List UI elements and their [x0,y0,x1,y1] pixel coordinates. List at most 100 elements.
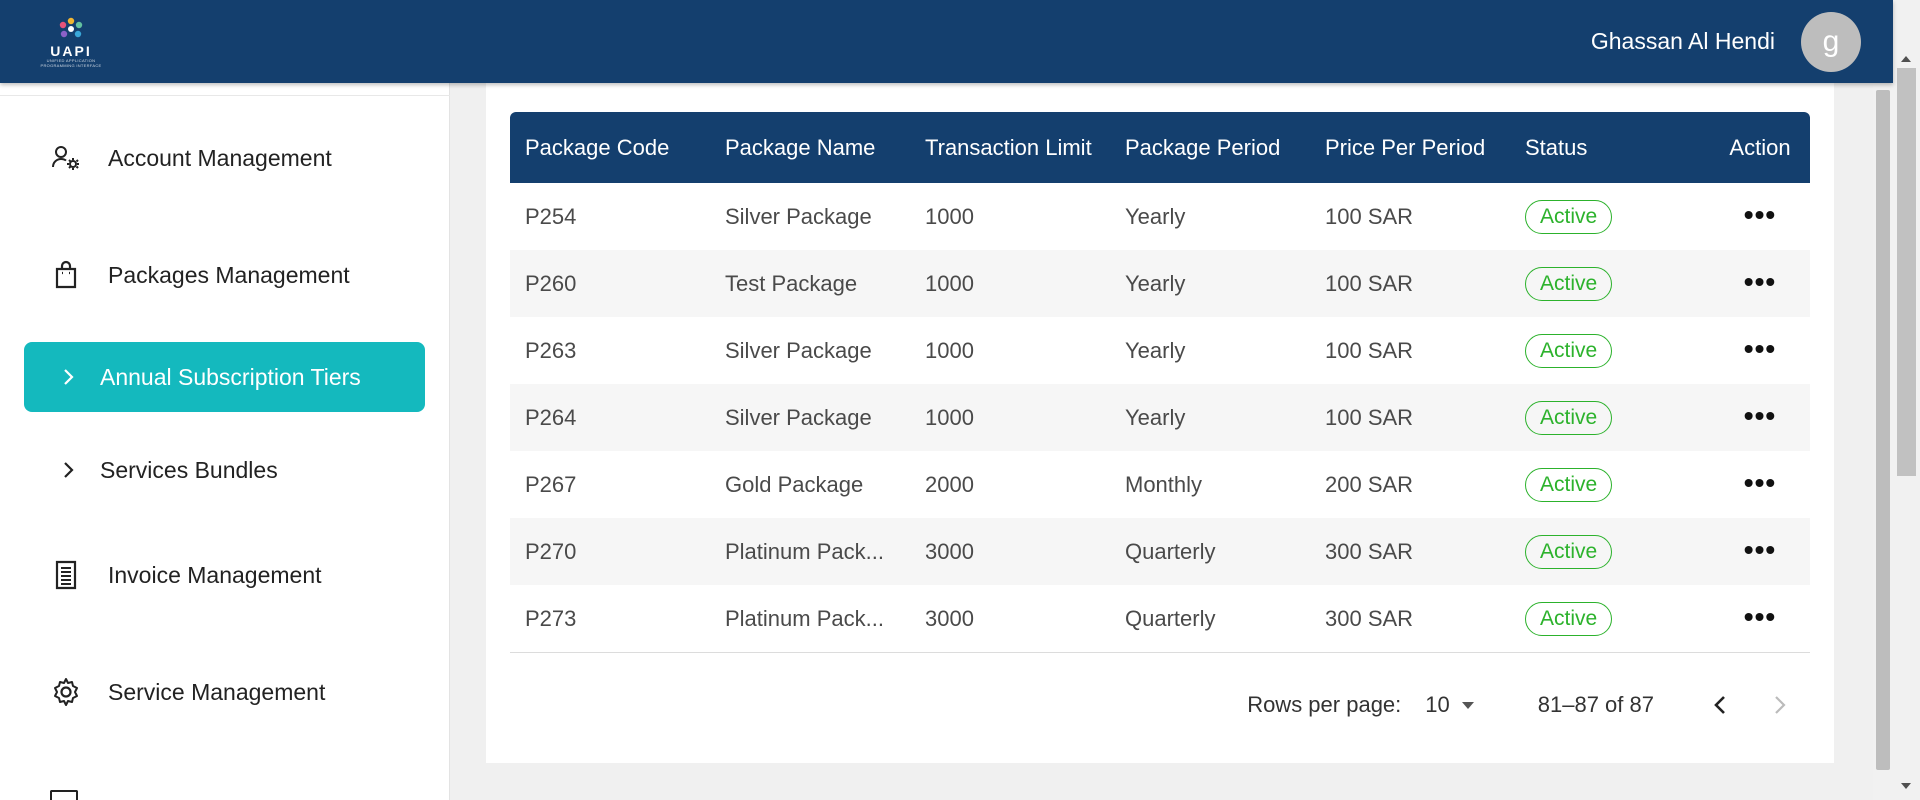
cell-price-per-period: 300 SAR [1325,538,1414,564]
cell-package-name: Platinum Pack... [725,538,884,564]
more-actions-icon[interactable]: ••• [1744,472,1776,498]
caret-down-icon [1461,701,1474,709]
column-header-package-code[interactable]: Package Code [510,135,710,161]
scroll-down-icon[interactable] [1901,783,1911,789]
packages-table: Package Code Package Name Transaction Li… [510,112,1810,717]
partial-nav-icon [50,790,78,800]
status-badge: Active [1525,199,1613,234]
column-header-status[interactable]: Status [1510,135,1710,161]
table-row[interactable]: P260 Test Package 1000 Yearly 100 SAR Ac… [510,250,1810,317]
cell-price-per-period: 100 SAR [1325,404,1414,430]
user-name: Ghassan Al Hendi [1590,28,1775,54]
cell-package-period: Quarterly [1125,605,1216,631]
main-content: Package Code Package Name Transaction Li… [486,83,1834,763]
user-menu[interactable]: Ghassan Al Hendi g [1590,11,1861,72]
chevron-right-icon [62,367,76,387]
table-row[interactable]: P254 Silver Package 1000 Yearly 100 SAR … [510,183,1810,250]
sidebar-item-label: Packages Management [108,261,350,288]
cell-package-name: Silver Package [725,337,872,363]
sidebar-item-label: Service Management [108,678,326,705]
status-badge: Active [1525,400,1613,435]
column-header-action: Action [1729,134,1791,160]
user-gear-icon [48,140,84,176]
cell-price-per-period: 100 SAR [1325,203,1414,229]
sidebar-item-label: Invoice Management [108,561,322,588]
uapi-logo[interactable]: UAPI UNIFIED APPLICATION PROGRAMMING INT… [36,12,106,72]
cell-package-name: Platinum Pack... [725,605,884,631]
avatar[interactable]: g [1801,11,1861,72]
gear-icon [48,674,84,710]
column-header-package-name[interactable]: Package Name [710,135,910,161]
column-header-package-period[interactable]: Package Period [1110,135,1310,161]
next-page-button[interactable] [1760,685,1800,725]
cell-package-code: P264 [525,404,577,430]
previous-page-button[interactable] [1700,685,1740,725]
cell-package-period: Yearly [1125,270,1186,296]
column-header-price-per-period[interactable]: Price Per Period [1310,135,1510,161]
sidebar-item-packages-management[interactable]: Packages Management [24,240,425,310]
sidebar-item-label: Services Bundles [100,456,278,483]
cell-package-code: P260 [525,270,577,296]
more-actions-icon[interactable]: ••• [1744,204,1776,230]
logo-text: UAPI [50,42,92,59]
status-badge: Active [1525,333,1613,368]
sidebar-item-account-management[interactable]: Account Management [24,123,425,193]
table-divider [510,652,1810,653]
more-actions-icon[interactable]: ••• [1744,405,1776,431]
more-actions-icon[interactable]: ••• [1744,539,1776,565]
cell-package-period: Monthly [1125,471,1203,497]
cell-package-period: Yearly [1125,337,1186,363]
sidebar-divider [0,95,450,96]
top-header: UAPI UNIFIED APPLICATION PROGRAMMING INT… [0,0,1893,83]
chevron-right-icon [1775,696,1786,714]
table-header: Package Code Package Name Transaction Li… [510,112,1810,183]
logo-subtext: UNIFIED APPLICATION PROGRAMMING INTERFAC… [40,57,102,68]
cell-package-code: P270 [525,538,577,564]
window-scrollbar-thumb[interactable] [1897,68,1916,476]
table-row[interactable]: P267 Gold Package 2000 Monthly 200 SAR A… [510,451,1810,518]
cell-package-code: P267 [525,471,577,497]
sidebar-item-services-bundles[interactable]: Services Bundles [24,435,425,505]
more-actions-icon[interactable]: ••• [1744,271,1776,297]
cell-package-name: Gold Package [725,471,864,497]
table-row[interactable]: P264 Silver Package 1000 Yearly 100 SAR … [510,384,1810,451]
content-scrollbar-thumb[interactable] [1876,90,1890,770]
cell-transaction-limit: 1000 [925,404,974,430]
sidebar-item-invoice-management[interactable]: Invoice Management [24,540,425,610]
cell-package-code: P273 [525,605,577,631]
cell-price-per-period: 200 SAR [1325,471,1414,497]
content-scrollbar[interactable] [1873,83,1893,800]
cell-transaction-limit: 3000 [925,605,974,631]
cell-price-per-period: 100 SAR [1325,337,1414,363]
rows-per-page-label: Rows per page: [1247,692,1402,717]
cell-transaction-limit: 2000 [925,471,974,497]
status-badge: Active [1525,266,1613,301]
more-actions-icon[interactable]: ••• [1744,338,1776,364]
sidebar-item-service-management[interactable]: Service Management [24,657,425,727]
status-badge: Active [1525,534,1613,569]
cell-package-period: Quarterly [1125,538,1216,564]
chevron-left-icon [1714,696,1725,714]
scroll-up-icon[interactable] [1901,56,1911,62]
table-row[interactable]: P270 Platinum Pack... 3000 Quarterly 300… [510,518,1810,585]
receipt-icon [48,557,84,593]
status-badge: Active [1525,601,1613,636]
cell-package-period: Yearly [1125,404,1186,430]
column-header-transaction-limit[interactable]: Transaction Limit [910,135,1110,161]
shopping-bag-icon [48,257,84,293]
cell-price-per-period: 300 SAR [1325,605,1414,631]
cell-price-per-period: 100 SAR [1325,270,1414,296]
cell-package-name: Test Package [725,270,858,296]
cell-package-name: Silver Package [725,404,872,430]
sidebar-item-label: Annual Subscription Tiers [100,363,361,390]
cell-package-code: P263 [525,337,577,363]
window-scrollbar[interactable] [1893,0,1920,800]
table-row[interactable]: P273 Platinum Pack... 3000 Quarterly 300… [510,585,1810,652]
more-actions-icon[interactable]: ••• [1744,606,1776,632]
pagination: Rows per page: 10 81–87 of 87 [510,685,1810,725]
cell-transaction-limit: 3000 [925,538,974,564]
chevron-right-icon [62,460,76,480]
table-row[interactable]: P263 Silver Package 1000 Yearly 100 SAR … [510,317,1810,384]
rows-per-page-select[interactable]: 10 [1425,692,1474,718]
sidebar-item-annual-subscription-tiers[interactable]: Annual Subscription Tiers [24,342,425,412]
